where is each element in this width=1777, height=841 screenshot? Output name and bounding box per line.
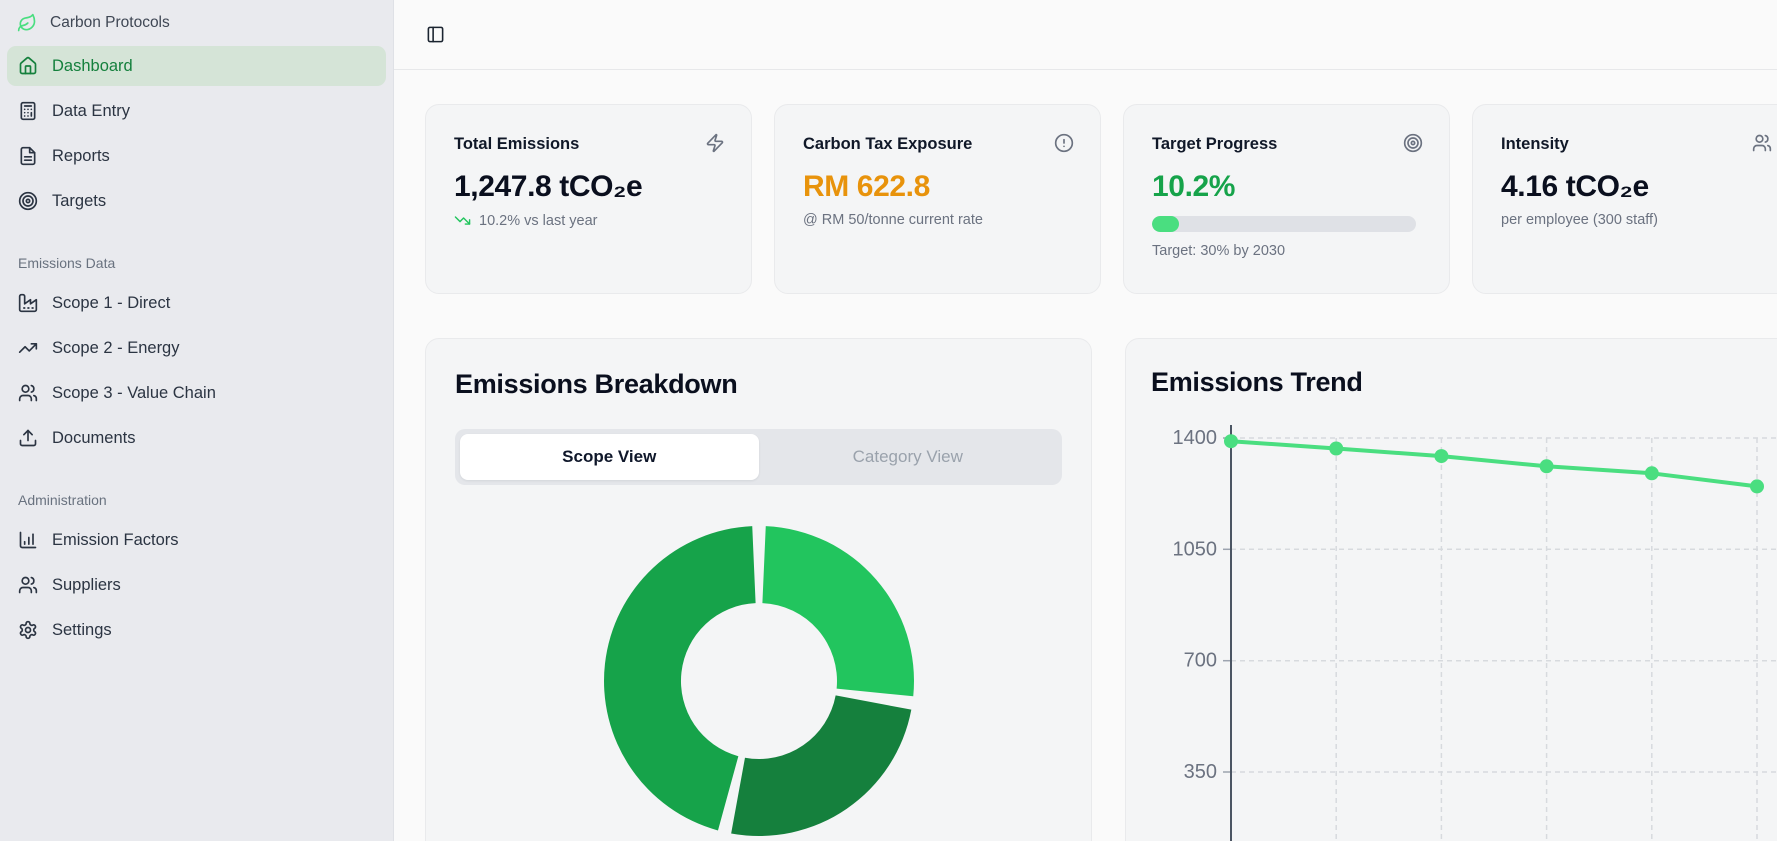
factory-icon bbox=[18, 293, 38, 313]
sidebar-item-dashboard[interactable]: Dashboard bbox=[7, 46, 386, 86]
sidebar-item-documents[interactable]: Documents bbox=[7, 418, 386, 458]
sidebar-item-suppliers[interactable]: Suppliers bbox=[7, 565, 386, 605]
sidebar-item-label: Emission Factors bbox=[52, 530, 179, 549]
kpi-title: Target Progress bbox=[1152, 135, 1278, 153]
sidebar-item-label: Documents bbox=[52, 428, 136, 447]
kpi-note: Target: 30% by 2030 bbox=[1152, 243, 1286, 259]
app-brand: Carbon Protocols bbox=[7, 10, 386, 36]
calculator-icon bbox=[18, 101, 38, 121]
kpi-card-target-progress: Target Progress 10.2% Target: 30% by 203… bbox=[1123, 104, 1450, 294]
dashboard-content: Total Emissions 1,247.8 tCO₂e 10.2% vs l… bbox=[394, 70, 1777, 841]
kpi-title: Total Emissions bbox=[454, 135, 580, 153]
sidebar-section-administration: Administration bbox=[18, 492, 107, 508]
users-icon bbox=[18, 575, 38, 595]
breakdown-donut-chart bbox=[594, 516, 924, 841]
svg-text:1050: 1050 bbox=[1173, 538, 1218, 560]
kpi-title: Carbon Tax Exposure bbox=[803, 135, 973, 153]
kpi-card-carbon-tax: Carbon Tax Exposure RM 622.8 @ RM 50/ton… bbox=[774, 104, 1101, 294]
trending-down-icon bbox=[454, 212, 471, 229]
sidebar-item-label: Scope 2 - Energy bbox=[52, 338, 180, 357]
kpi-card-intensity: Intensity 4.16 tCO₂e per employee (300 s… bbox=[1472, 104, 1777, 294]
sidebar-section-emissions-data: Emissions Data bbox=[18, 255, 116, 271]
chart-column-icon bbox=[18, 530, 38, 550]
emissions-breakdown-card: Emissions Breakdown Scope View Category … bbox=[425, 338, 1092, 841]
sidebar-item-label: Scope 3 - Value Chain bbox=[52, 383, 216, 402]
kpi-value: 1,247.8 tCO₂e bbox=[454, 170, 643, 203]
panel-left-icon bbox=[426, 25, 445, 44]
breakdown-title: Emissions Breakdown bbox=[455, 369, 738, 399]
sidebar-item-label: Targets bbox=[52, 191, 107, 210]
breakdown-view-toggle: Scope View Category View bbox=[455, 429, 1062, 485]
sidebar-item-label: Suppliers bbox=[52, 575, 121, 594]
leaf-icon bbox=[17, 13, 37, 33]
sidebar-item-settings[interactable]: Settings bbox=[7, 610, 386, 650]
main-area: Total Emissions 1,247.8 tCO₂e 10.2% vs l… bbox=[394, 0, 1777, 841]
target-progress-bar bbox=[1152, 216, 1416, 232]
sidebar-item-label: Scope 1 - Direct bbox=[52, 293, 171, 312]
sidebar-item-targets[interactable]: Targets bbox=[7, 181, 386, 221]
kpi-note: per employee (300 staff) bbox=[1501, 212, 1658, 228]
users-icon bbox=[1752, 133, 1772, 153]
emissions-trend-card: 1400 1050 700 350 Emissions Trend bbox=[1125, 338, 1777, 841]
sidebar-item-emission-factors[interactable]: Emission Factors bbox=[7, 520, 386, 560]
settings-icon bbox=[18, 620, 38, 640]
app-title: Carbon Protocols bbox=[50, 14, 170, 31]
tab-category-view[interactable]: Category View bbox=[759, 434, 1058, 480]
sidebar-toggle-button[interactable] bbox=[418, 18, 452, 52]
svg-text:700: 700 bbox=[1184, 650, 1217, 672]
kpi-value: 10.2% bbox=[1152, 170, 1236, 203]
charts-row: Emissions Breakdown Scope View Category … bbox=[425, 338, 1777, 841]
kpi-change-text: 10.2% vs last year bbox=[479, 212, 598, 229]
home-icon bbox=[18, 56, 38, 76]
target-icon bbox=[1403, 133, 1423, 153]
topbar bbox=[394, 0, 1777, 70]
sidebar-item-data-entry[interactable]: Data Entry bbox=[7, 91, 386, 131]
sidebar-item-scope3[interactable]: Scope 3 - Value Chain bbox=[7, 373, 386, 413]
sidebar-item-label: Data Entry bbox=[52, 101, 130, 120]
kpi-note: @ RM 50/tonne current rate bbox=[803, 212, 983, 228]
sidebar-item-scope2[interactable]: Scope 2 - Energy bbox=[7, 328, 386, 368]
kpi-value: RM 622.8 bbox=[803, 170, 930, 203]
target-icon bbox=[18, 191, 38, 211]
zap-icon bbox=[705, 133, 725, 153]
sidebar-item-scope1[interactable]: Scope 1 - Direct bbox=[7, 283, 386, 323]
sidebar-item-label: Settings bbox=[52, 620, 112, 639]
kpi-value: 4.16 tCO₂e bbox=[1501, 170, 1649, 203]
sidebar-item-reports[interactable]: Reports bbox=[7, 136, 386, 176]
upload-icon bbox=[18, 428, 38, 448]
svg-text:1400: 1400 bbox=[1173, 427, 1218, 449]
users-icon bbox=[18, 383, 38, 403]
trend-title: Emissions Trend bbox=[1151, 367, 1363, 397]
kpi-title: Intensity bbox=[1501, 135, 1569, 153]
sidebar-item-label: Dashboard bbox=[52, 56, 133, 75]
alert-circle-icon bbox=[1054, 133, 1074, 153]
sidebar-item-label: Reports bbox=[52, 146, 110, 165]
svg-text:350: 350 bbox=[1184, 761, 1217, 783]
trending-up-icon bbox=[18, 338, 38, 358]
kpi-grid: Total Emissions 1,247.8 tCO₂e 10.2% vs l… bbox=[425, 104, 1777, 294]
target-progress-fill bbox=[1152, 216, 1179, 232]
trend-line-chart: 1400 1050 700 350 bbox=[1173, 425, 1777, 841]
kpi-card-total-emissions: Total Emissions 1,247.8 tCO₂e 10.2% vs l… bbox=[425, 104, 752, 294]
sidebar: Carbon Protocols Dashboard Data Entry Re… bbox=[0, 0, 394, 841]
file-text-icon bbox=[18, 146, 38, 166]
tab-scope-view[interactable]: Scope View bbox=[460, 434, 759, 480]
